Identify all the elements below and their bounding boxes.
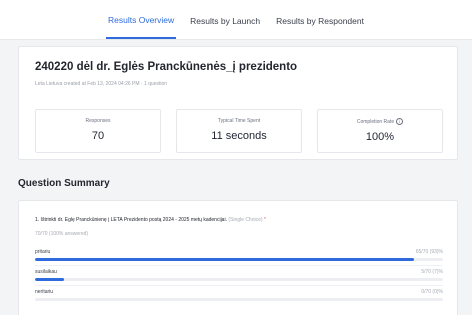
typical-time-stat: Typical Time Spent 11 seconds: [176, 109, 302, 153]
results-tabs: Results Overview Results by Launch Resul…: [0, 0, 472, 40]
option-row: pritariu 65/70 (93)%: [35, 249, 443, 267]
completion-rate-label-row: Completion Rate i: [318, 118, 442, 125]
info-icon[interactable]: i: [396, 118, 404, 125]
option-bar-fill: [35, 258, 415, 261]
tab-results-by-respondent[interactable]: Results by Respondent: [274, 2, 366, 38]
survey-meta: Leta Lietuva created at Feb 13, 2024 04:…: [35, 81, 168, 87]
completion-rate-value: 100%: [365, 131, 395, 143]
option-bar-track: [35, 298, 443, 301]
option-bar-track: [35, 258, 443, 261]
survey-summary-card: 240220 dėl dr. Eglės Pranckūnenės_į prez…: [18, 46, 458, 160]
option-row: neritariu 0/70 (0)%: [35, 289, 443, 307]
question-summary-title: Question Summary: [18, 178, 110, 189]
responses-label: Responses: [85, 118, 111, 124]
tab-results-overview[interactable]: Results Overview: [106, 1, 177, 39]
responses-value: 70: [91, 130, 105, 142]
required-mark: *: [263, 217, 266, 223]
typical-time-label: Typical Time Spent: [217, 118, 261, 124]
answered-count: 70/70 (100% answered): [35, 231, 89, 237]
completion-rate-stat: Completion Rate i 100%: [317, 109, 443, 153]
option-count: 5/70 (7)%: [421, 269, 443, 275]
option-bar-track: [35, 278, 443, 281]
tab-results-by-launch[interactable]: Results by Launch: [188, 2, 262, 38]
responses-stat: Responses 70: [35, 109, 161, 153]
question-text-row: 1. Ištrinkti dr. Eglę Pranckūnienę į LET…: [35, 217, 266, 223]
option-bar-fill: [35, 278, 64, 281]
typical-time-value: 11 seconds: [211, 130, 267, 142]
option-label: susilaikau: [35, 269, 57, 275]
option-row: susilaikau 5/70 (7)%: [35, 269, 443, 287]
survey-title: 240220 dėl dr. Eglės Pranckūnenės_į prez…: [35, 61, 298, 73]
divider: [35, 265, 443, 266]
completion-rate-label: Completion Rate: [356, 118, 395, 125]
option-label: pritariu: [35, 249, 51, 255]
question-type: (Single Choice): [228, 217, 263, 223]
divider: [35, 285, 443, 286]
question-text: 1. Ištrinkti dr. Eglę Pranckūnienę į LET…: [35, 217, 227, 223]
option-label: neritariu: [35, 289, 54, 295]
question-card: 1. Ištrinkti dr. Eglę Pranckūnienę į LET…: [18, 200, 458, 315]
option-count: 65/70 (93)%: [415, 249, 443, 255]
option-count: 0/70 (0)%: [421, 289, 443, 295]
